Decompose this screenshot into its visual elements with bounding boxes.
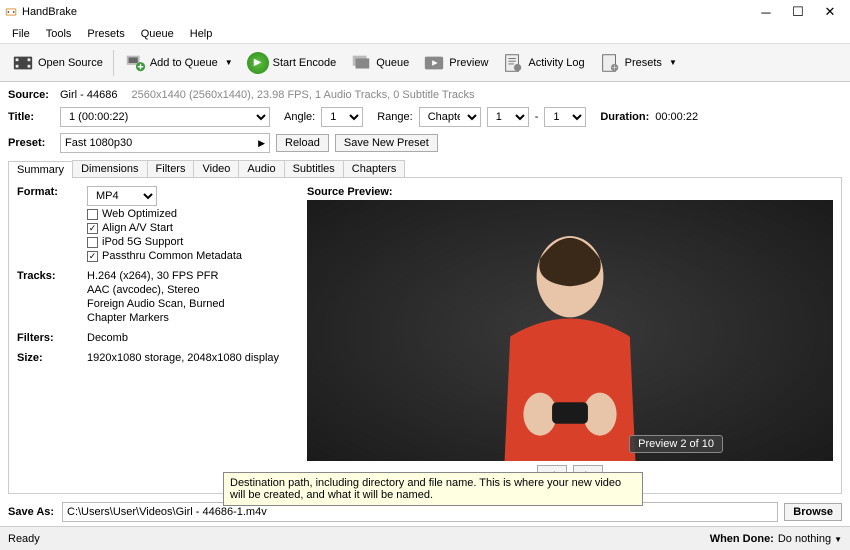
ipod-checkbox[interactable]: iPod 5G Support <box>87 236 307 248</box>
summary-left: Format: MP4 Web Optimized ✓Align A/V Sta… <box>17 186 307 485</box>
tab-dimensions[interactable]: Dimensions <box>72 160 147 177</box>
menu-presets[interactable]: Presets <box>79 28 132 40</box>
film-icon <box>12 52 34 74</box>
toolbar: Open Source Add to Queue ▼ ▶ Start Encod… <box>0 44 850 82</box>
open-source-label: Open Source <box>38 57 103 69</box>
start-encode-button[interactable]: ▶ Start Encode <box>241 50 343 76</box>
title-label: Title: <box>8 111 54 123</box>
tab-subtitles[interactable]: Subtitles <box>284 160 344 177</box>
titlebar: HandBrake ─ ☐ ✕ <box>0 0 850 24</box>
chevron-down-icon: ▼ <box>669 58 677 67</box>
source-row: Source: Girl - 44686 2560x1440 (2560x144… <box>8 89 842 101</box>
menubar: File Tools Presets Queue Help <box>0 24 850 44</box>
queue-icon <box>350 52 372 74</box>
source-name: Girl - 44686 <box>60 89 117 101</box>
toolbar-separator <box>113 50 114 76</box>
chevron-right-icon: ▶ <box>258 138 265 149</box>
filters-label: Filters: <box>17 332 87 344</box>
preview-label: Preview <box>449 57 488 69</box>
menu-queue[interactable]: Queue <box>133 28 182 40</box>
angle-label: Angle: <box>284 111 315 123</box>
range-kind-select[interactable]: Chapters <box>419 107 481 127</box>
preset-value: Fast 1080p30 <box>65 137 132 149</box>
tab-video[interactable]: Video <box>193 160 239 177</box>
range-from-select[interactable]: 1 <box>487 107 529 127</box>
presets-button[interactable]: Presets ▼ <box>593 50 683 76</box>
format-label: Format: <box>17 186 87 262</box>
main-panel: Source: Girl - 44686 2560x1440 (2560x144… <box>0 82 850 498</box>
start-encode-label: Start Encode <box>273 57 337 69</box>
tracks-label: Tracks: <box>17 270 87 324</box>
queue-label: Queue <box>376 57 409 69</box>
browse-button[interactable]: Browse <box>784 503 842 521</box>
queue-button[interactable]: Queue <box>344 50 415 76</box>
source-info: 2560x1440 (2560x1440), 23.98 FPS, 1 Audi… <box>131 89 474 101</box>
minimize-button[interactable]: ─ <box>750 5 782 20</box>
window-title: HandBrake <box>22 6 750 18</box>
preview-image: Preview 2 of 10 <box>307 200 833 461</box>
log-icon <box>502 52 524 74</box>
close-button[interactable]: ✕ <box>814 4 846 20</box>
activity-log-label: Activity Log <box>528 57 584 69</box>
queue-add-icon <box>124 52 146 74</box>
menu-help[interactable]: Help <box>182 28 221 40</box>
filters-value: Decomb <box>87 332 307 344</box>
range-label: Range: <box>377 111 412 123</box>
add-to-queue-label: Add to Queue <box>150 57 218 69</box>
chevron-down-icon: ▼ <box>225 58 233 67</box>
preview-button[interactable]: Preview <box>417 50 494 76</box>
tab-audio[interactable]: Audio <box>238 160 284 177</box>
preset-row: Preset: Fast 1080p30 ▶ Reload Save New P… <box>8 133 842 153</box>
play-icon: ▶ <box>247 52 269 74</box>
save-as-label: Save As: <box>8 506 56 518</box>
when-done-label: When Done: <box>710 533 774 545</box>
duration-value: 00:00:22 <box>655 111 698 123</box>
preview-badge: Preview 2 of 10 <box>629 435 723 453</box>
passthru-checkbox[interactable]: ✓Passthru Common Metadata <box>87 250 307 262</box>
tab-summary[interactable]: Summary <box>8 161 73 178</box>
summary-right: Source Preview: Preview 2 of 10 < <box>307 186 833 485</box>
track-foreign: Foreign Audio Scan, Burned <box>87 298 307 310</box>
tab-chapters[interactable]: Chapters <box>343 160 406 177</box>
range-separator: - <box>535 111 539 123</box>
save-as-tooltip: Destination path, including directory an… <box>223 472 643 506</box>
source-label: Source: <box>8 89 54 101</box>
web-optimized-checkbox[interactable]: Web Optimized <box>87 208 307 220</box>
align-av-checkbox[interactable]: ✓Align A/V Start <box>87 222 307 234</box>
size-value: 1920x1080 storage, 2048x1080 display <box>87 352 307 364</box>
status-ready: Ready <box>8 533 710 545</box>
track-chapters: Chapter Markers <box>87 312 307 324</box>
preset-label: Preset: <box>8 137 54 149</box>
when-done-select[interactable]: Do nothing▼ <box>778 533 842 545</box>
source-preview-label: Source Preview: <box>307 186 833 198</box>
menu-tools[interactable]: Tools <box>38 28 80 40</box>
track-audio: AAC (avcodec), Stereo <box>87 284 307 296</box>
tabs: Summary Dimensions Filters Video Audio S… <box>8 160 842 178</box>
duration-label: Duration: <box>600 111 649 123</box>
preview-icon <box>423 52 445 74</box>
reload-button[interactable]: Reload <box>276 134 329 152</box>
range-to-select[interactable]: 1 <box>544 107 586 127</box>
maximize-button[interactable]: ☐ <box>782 4 814 20</box>
tab-filters[interactable]: Filters <box>147 160 195 177</box>
preset-select[interactable]: Fast 1080p30 ▶ <box>60 133 270 153</box>
add-to-queue-button[interactable]: Add to Queue ▼ <box>118 50 239 76</box>
status-bar: Ready When Done: Do nothing▼ <box>0 526 850 550</box>
activity-log-button[interactable]: Activity Log <box>496 50 590 76</box>
presets-label: Presets <box>625 57 662 69</box>
open-source-button[interactable]: Open Source <box>6 50 109 76</box>
angle-select[interactable]: 1 <box>321 107 363 127</box>
menu-file[interactable]: File <box>4 28 38 40</box>
save-new-preset-button[interactable]: Save New Preset <box>335 134 438 152</box>
title-row: Title: 1 (00:00:22) Angle: 1 Range: Chap… <box>8 107 842 127</box>
format-select[interactable]: MP4 <box>87 186 157 206</box>
track-video: H.264 (x264), 30 FPS PFR <box>87 270 307 282</box>
app-icon <box>4 5 18 19</box>
size-label: Size: <box>17 352 87 364</box>
save-as-row: Save As: Browse Destination path, includ… <box>0 498 850 526</box>
title-select[interactable]: 1 (00:00:22) <box>60 107 270 127</box>
presets-icon <box>599 52 621 74</box>
tab-content: Format: MP4 Web Optimized ✓Align A/V Sta… <box>8 178 842 494</box>
